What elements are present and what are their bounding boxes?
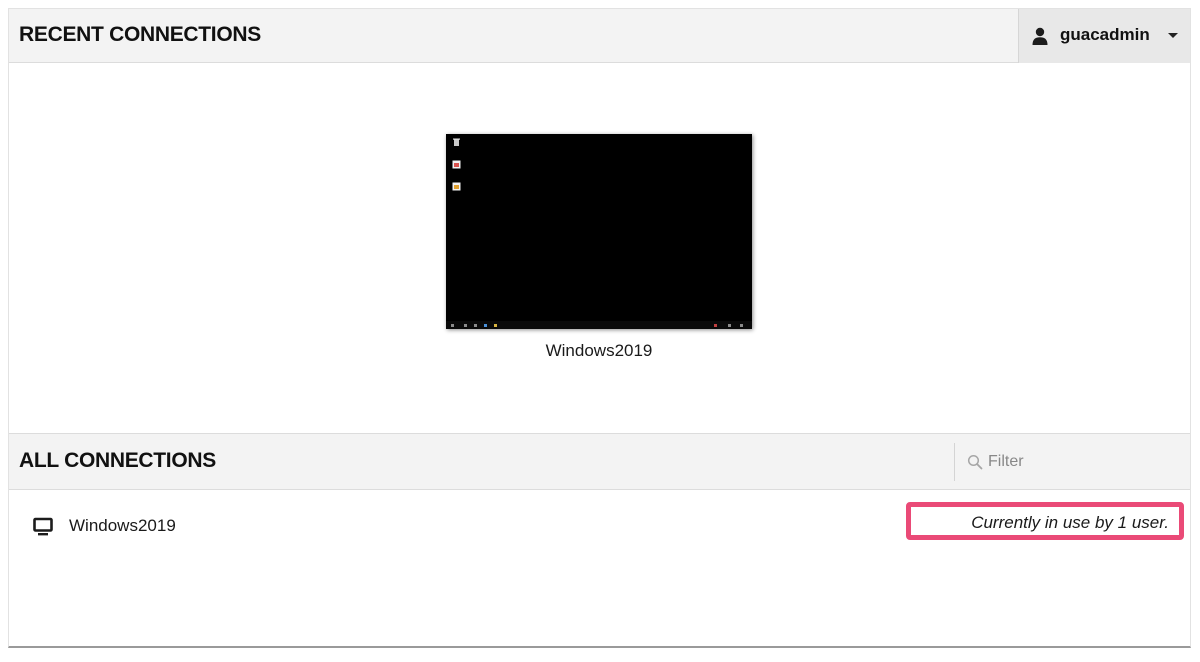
usage-status-text: Currently in use by 1 user.	[971, 513, 1169, 532]
tray-icon	[714, 324, 717, 327]
tray-icon	[740, 324, 743, 327]
connection-name: Windows2019	[69, 516, 176, 535]
home-screen: RECENT CONNECTIONS guacadmin Windows2019…	[8, 8, 1191, 648]
filter-box	[954, 443, 1190, 481]
desktop-shortcut-icon	[452, 182, 461, 191]
usage-status-highlight: Currently in use by 1 user.	[906, 502, 1184, 540]
caret-down-icon	[1168, 33, 1178, 38]
recent-connection-tile[interactable]: Windows2019	[446, 134, 752, 361]
monitor-icon	[33, 517, 53, 536]
username-label: guacadmin	[1060, 25, 1150, 44]
taskbar-icon	[464, 324, 467, 327]
desktop-shortcut-icon	[452, 160, 461, 169]
taskbar-icon	[494, 324, 497, 327]
filter-input[interactable]	[988, 450, 1168, 474]
connection-thumbnail	[446, 134, 752, 329]
remote-taskbar	[446, 321, 752, 329]
user-menu-button[interactable]: guacadmin	[1018, 9, 1190, 63]
start-icon	[451, 324, 454, 327]
recycle-bin-icon	[453, 138, 460, 146]
taskbar-icon	[484, 324, 487, 327]
recent-connections-title: RECENT CONNECTIONS	[19, 23, 261, 46]
page: RECENT CONNECTIONS guacadmin Windows2019…	[0, 0, 1200, 662]
taskbar-icon	[474, 324, 477, 327]
search-icon	[967, 454, 983, 470]
recent-connection-name: Windows2019	[545, 341, 653, 360]
all-connections-title: ALL CONNECTIONS	[19, 449, 216, 472]
recent-connections-header: RECENT CONNECTIONS guacadmin	[9, 8, 1190, 63]
all-connections-header: ALL CONNECTIONS	[9, 433, 1190, 490]
user-icon	[1032, 27, 1048, 45]
connection-row[interactable]: Windows2019 Currently in use by 1 user.	[9, 502, 1190, 548]
tray-icon	[728, 324, 731, 327]
